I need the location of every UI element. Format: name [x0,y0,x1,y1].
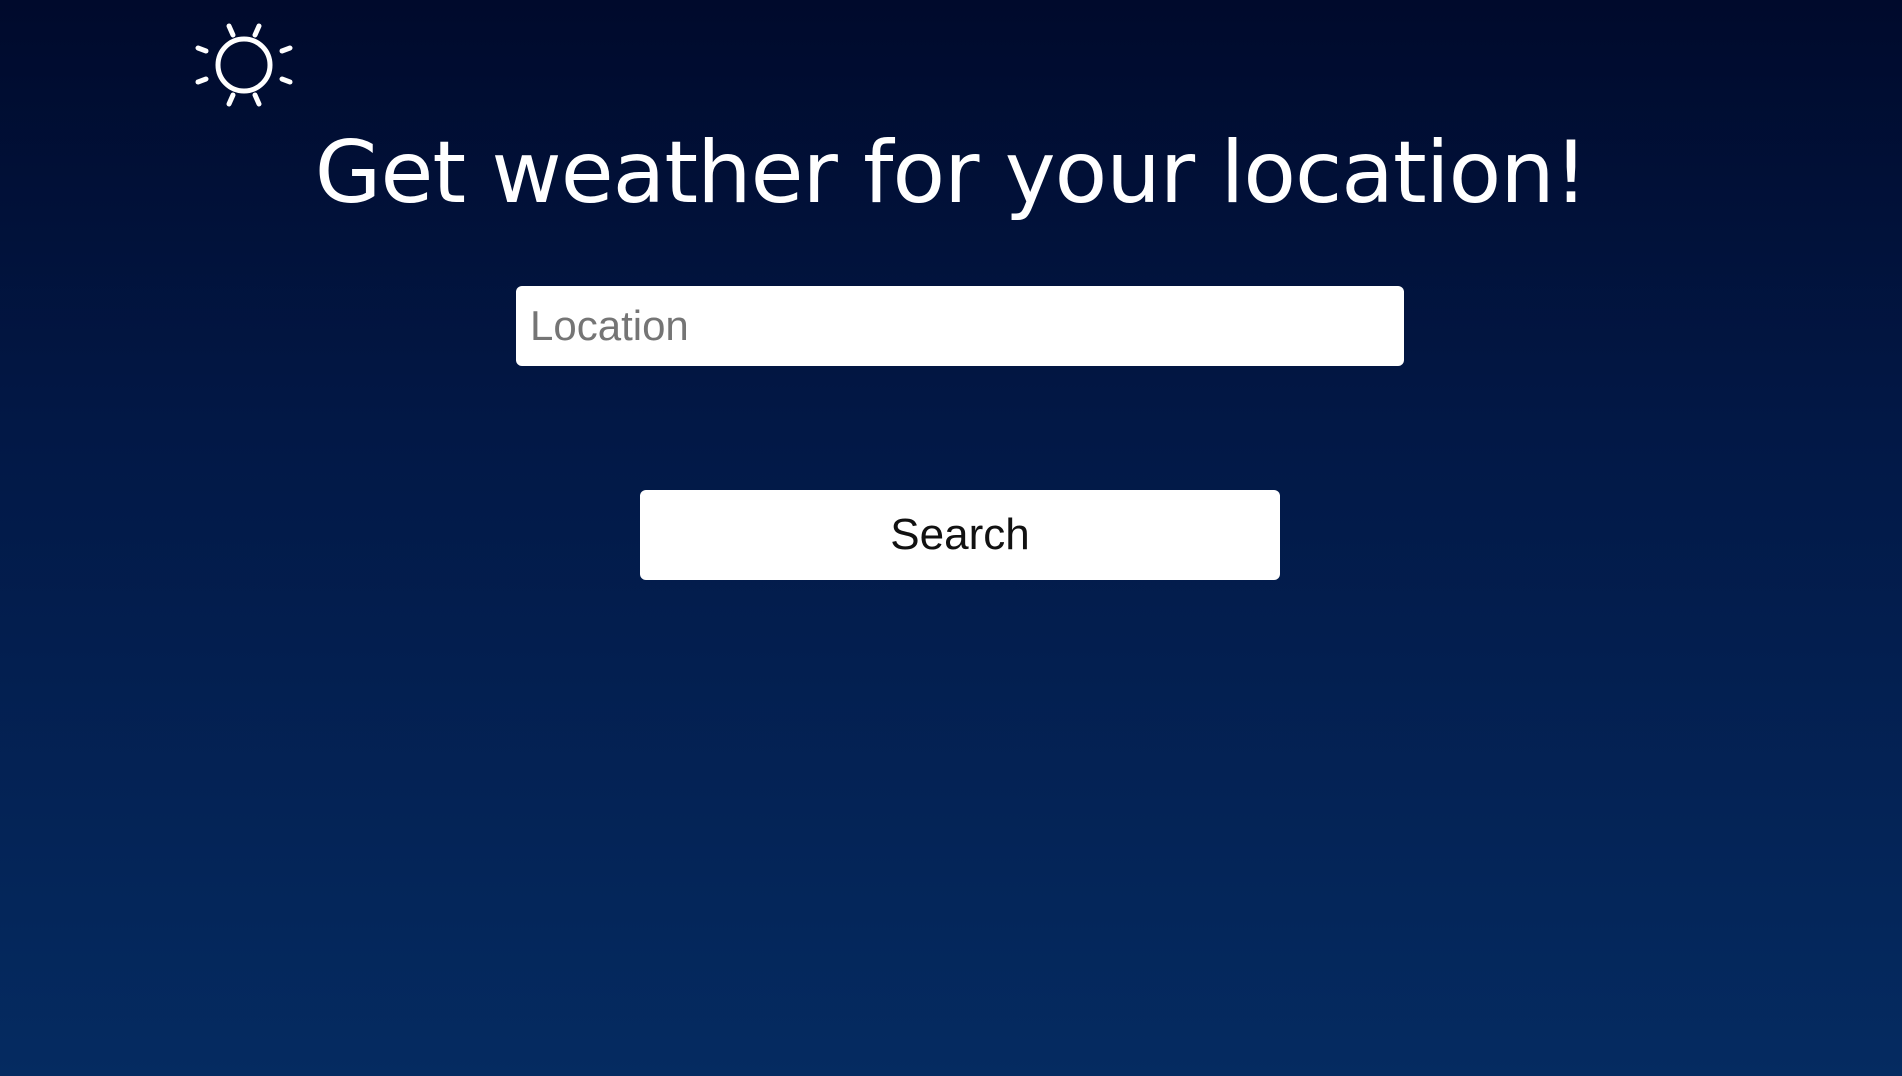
location-input[interactable] [516,286,1404,366]
page-title: Get weather for your location! [314,123,1588,223]
search-button[interactable]: Search [640,490,1280,580]
sun-icon [192,12,296,118]
